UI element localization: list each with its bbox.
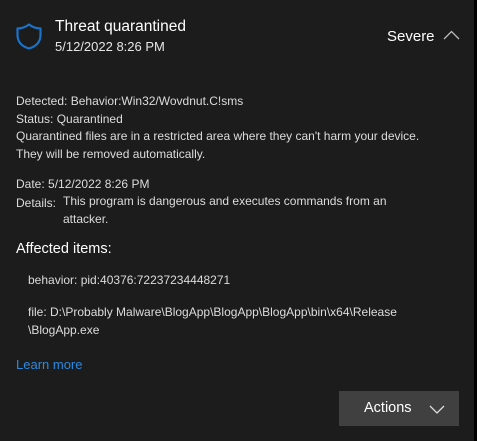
quarantine-note-2: They will be removed automatically. <box>16 147 206 161</box>
actions-button[interactable]: Actions <box>339 391 459 426</box>
chevron-up-icon[interactable] <box>443 30 460 40</box>
chevron-down-icon <box>429 405 445 414</box>
actions-label: Actions <box>364 400 412 416</box>
details-label: Details: <box>16 196 57 210</box>
affected-item-behavior: behavior: pid:40376:72237234448271 <box>28 273 231 287</box>
detected-label: Detected: <box>16 94 68 108</box>
detected-row: Detected: Behavior:Win32/Wovdnut.C!sms <box>16 94 243 108</box>
threat-title: Threat quarantined <box>55 18 186 35</box>
threat-timestamp: 5/12/2022 8:26 PM <box>55 39 165 54</box>
details-line-2: attacker. <box>63 212 109 226</box>
detected-value: Behavior:Win32/Wovdnut.C!sms <box>70 94 244 108</box>
severity-label: Severe <box>387 28 435 45</box>
details-line-1: This program is dangerous and executes c… <box>63 194 387 208</box>
threat-panel: Threat quarantined 5/12/2022 8:26 PM Sev… <box>0 0 474 441</box>
affected-item-file-line-2: \BlogApp.exe <box>28 323 100 337</box>
date-value: 5/12/2022 8:26 PM <box>48 177 150 191</box>
date-label: Date: <box>16 177 45 191</box>
quarantine-note-1: Quarantined files are in a restricted ar… <box>16 129 420 143</box>
affected-items-heading: Affected items: <box>16 241 112 257</box>
status-label: Status: <box>16 112 54 126</box>
shield-icon <box>16 23 42 50</box>
learn-more-link[interactable]: Learn more <box>16 357 82 372</box>
status-value: Quarantined <box>56 112 123 126</box>
affected-item-file-line-1: file: D:\Probably Malware\BlogApp\BlogAp… <box>28 305 397 319</box>
status-row: Status: Quarantined <box>16 112 123 126</box>
date-row: Date: 5/12/2022 8:26 PM <box>16 177 149 191</box>
